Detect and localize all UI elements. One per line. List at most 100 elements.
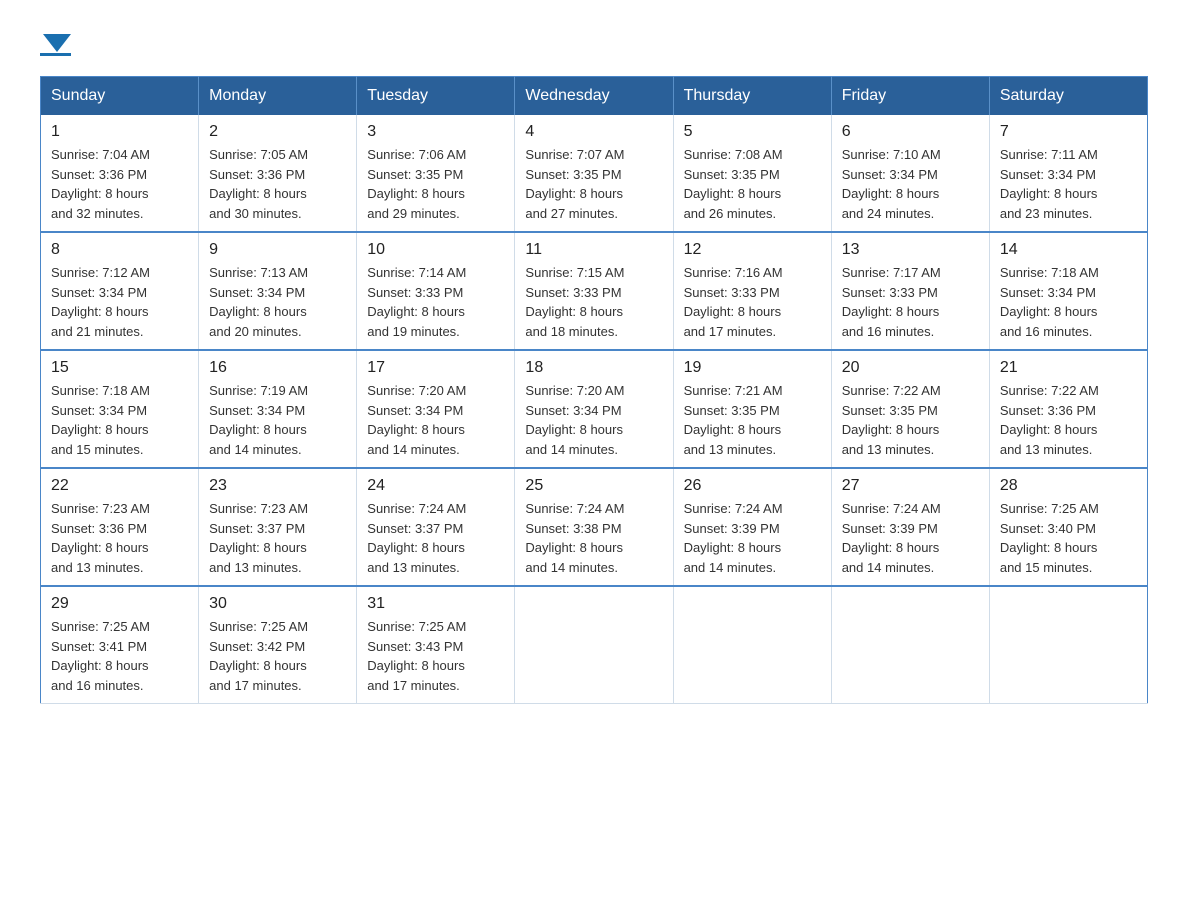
day-number: 27: [842, 477, 979, 495]
calendar-day-cell: 20 Sunrise: 7:22 AMSunset: 3:35 PMDaylig…: [831, 350, 989, 468]
calendar-week-row: 22 Sunrise: 7:23 AMSunset: 3:36 PMDaylig…: [41, 468, 1148, 586]
day-info: Sunrise: 7:07 AMSunset: 3:35 PMDaylight:…: [525, 145, 662, 223]
day-info: Sunrise: 7:12 AMSunset: 3:34 PMDaylight:…: [51, 263, 188, 341]
day-info: Sunrise: 7:16 AMSunset: 3:33 PMDaylight:…: [684, 263, 821, 341]
weekday-header-row: SundayMondayTuesdayWednesdayThursdayFrid…: [41, 77, 1148, 116]
day-number: 14: [1000, 241, 1137, 259]
calendar-day-cell: [831, 586, 989, 704]
calendar-day-cell: 13 Sunrise: 7:17 AMSunset: 3:33 PMDaylig…: [831, 232, 989, 350]
day-number: 7: [1000, 123, 1137, 141]
calendar-day-cell: 11 Sunrise: 7:15 AMSunset: 3:33 PMDaylig…: [515, 232, 673, 350]
day-number: 9: [209, 241, 346, 259]
calendar-day-cell: 18 Sunrise: 7:20 AMSunset: 3:34 PMDaylig…: [515, 350, 673, 468]
calendar-week-row: 8 Sunrise: 7:12 AMSunset: 3:34 PMDayligh…: [41, 232, 1148, 350]
day-info: Sunrise: 7:17 AMSunset: 3:33 PMDaylight:…: [842, 263, 979, 341]
day-info: Sunrise: 7:13 AMSunset: 3:34 PMDaylight:…: [209, 263, 346, 341]
day-info: Sunrise: 7:06 AMSunset: 3:35 PMDaylight:…: [367, 145, 504, 223]
day-info: Sunrise: 7:25 AMSunset: 3:42 PMDaylight:…: [209, 617, 346, 695]
day-info: Sunrise: 7:23 AMSunset: 3:36 PMDaylight:…: [51, 499, 188, 577]
calendar-day-cell: 7 Sunrise: 7:11 AMSunset: 3:34 PMDayligh…: [989, 115, 1147, 232]
day-number: 29: [51, 595, 188, 613]
day-number: 12: [684, 241, 821, 259]
day-number: 15: [51, 359, 188, 377]
day-number: 26: [684, 477, 821, 495]
day-number: 2: [209, 123, 346, 141]
calendar-day-cell: 1 Sunrise: 7:04 AMSunset: 3:36 PMDayligh…: [41, 115, 199, 232]
day-number: 8: [51, 241, 188, 259]
calendar-day-cell: 28 Sunrise: 7:25 AMSunset: 3:40 PMDaylig…: [989, 468, 1147, 586]
logo-arrow-icon: [43, 34, 71, 52]
day-number: 21: [1000, 359, 1137, 377]
day-number: 16: [209, 359, 346, 377]
day-info: Sunrise: 7:15 AMSunset: 3:33 PMDaylight:…: [525, 263, 662, 341]
calendar-day-cell: 21 Sunrise: 7:22 AMSunset: 3:36 PMDaylig…: [989, 350, 1147, 468]
calendar-day-cell: [515, 586, 673, 704]
calendar-day-cell: 25 Sunrise: 7:24 AMSunset: 3:38 PMDaylig…: [515, 468, 673, 586]
calendar-day-cell: 30 Sunrise: 7:25 AMSunset: 3:42 PMDaylig…: [199, 586, 357, 704]
day-info: Sunrise: 7:05 AMSunset: 3:36 PMDaylight:…: [209, 145, 346, 223]
weekday-header-thursday: Thursday: [673, 77, 831, 116]
day-number: 4: [525, 123, 662, 141]
calendar-day-cell: 22 Sunrise: 7:23 AMSunset: 3:36 PMDaylig…: [41, 468, 199, 586]
day-number: 20: [842, 359, 979, 377]
day-number: 10: [367, 241, 504, 259]
day-info: Sunrise: 7:25 AMSunset: 3:40 PMDaylight:…: [1000, 499, 1137, 577]
day-number: 31: [367, 595, 504, 613]
calendar-day-cell: 6 Sunrise: 7:10 AMSunset: 3:34 PMDayligh…: [831, 115, 989, 232]
calendar-day-cell: 5 Sunrise: 7:08 AMSunset: 3:35 PMDayligh…: [673, 115, 831, 232]
day-number: 17: [367, 359, 504, 377]
day-info: Sunrise: 7:23 AMSunset: 3:37 PMDaylight:…: [209, 499, 346, 577]
day-number: 25: [525, 477, 662, 495]
day-number: 23: [209, 477, 346, 495]
calendar-day-cell: 10 Sunrise: 7:14 AMSunset: 3:33 PMDaylig…: [357, 232, 515, 350]
calendar-day-cell: 12 Sunrise: 7:16 AMSunset: 3:33 PMDaylig…: [673, 232, 831, 350]
day-number: 5: [684, 123, 821, 141]
day-info: Sunrise: 7:18 AMSunset: 3:34 PMDaylight:…: [1000, 263, 1137, 341]
day-info: Sunrise: 7:24 AMSunset: 3:39 PMDaylight:…: [842, 499, 979, 577]
day-number: 13: [842, 241, 979, 259]
day-number: 24: [367, 477, 504, 495]
weekday-header-wednesday: Wednesday: [515, 77, 673, 116]
day-info: Sunrise: 7:11 AMSunset: 3:34 PMDaylight:…: [1000, 145, 1137, 223]
weekday-header-saturday: Saturday: [989, 77, 1147, 116]
calendar-day-cell: 24 Sunrise: 7:24 AMSunset: 3:37 PMDaylig…: [357, 468, 515, 586]
day-info: Sunrise: 7:04 AMSunset: 3:36 PMDaylight:…: [51, 145, 188, 223]
day-info: Sunrise: 7:25 AMSunset: 3:41 PMDaylight:…: [51, 617, 188, 695]
calendar-table: SundayMondayTuesdayWednesdayThursdayFrid…: [40, 76, 1148, 704]
calendar-day-cell: 9 Sunrise: 7:13 AMSunset: 3:34 PMDayligh…: [199, 232, 357, 350]
calendar-day-cell: [989, 586, 1147, 704]
day-number: 30: [209, 595, 346, 613]
weekday-header-friday: Friday: [831, 77, 989, 116]
day-info: Sunrise: 7:24 AMSunset: 3:37 PMDaylight:…: [367, 499, 504, 577]
calendar-day-cell: 17 Sunrise: 7:20 AMSunset: 3:34 PMDaylig…: [357, 350, 515, 468]
calendar-day-cell: 16 Sunrise: 7:19 AMSunset: 3:34 PMDaylig…: [199, 350, 357, 468]
day-info: Sunrise: 7:14 AMSunset: 3:33 PMDaylight:…: [367, 263, 504, 341]
day-info: Sunrise: 7:20 AMSunset: 3:34 PMDaylight:…: [525, 381, 662, 459]
day-number: 18: [525, 359, 662, 377]
day-number: 11: [525, 241, 662, 259]
weekday-header-monday: Monday: [199, 77, 357, 116]
day-number: 6: [842, 123, 979, 141]
day-info: Sunrise: 7:24 AMSunset: 3:39 PMDaylight:…: [684, 499, 821, 577]
day-info: Sunrise: 7:18 AMSunset: 3:34 PMDaylight:…: [51, 381, 188, 459]
day-number: 19: [684, 359, 821, 377]
calendar-day-cell: 3 Sunrise: 7:06 AMSunset: 3:35 PMDayligh…: [357, 115, 515, 232]
calendar-week-row: 15 Sunrise: 7:18 AMSunset: 3:34 PMDaylig…: [41, 350, 1148, 468]
calendar-day-cell: 26 Sunrise: 7:24 AMSunset: 3:39 PMDaylig…: [673, 468, 831, 586]
calendar-day-cell: 19 Sunrise: 7:21 AMSunset: 3:35 PMDaylig…: [673, 350, 831, 468]
calendar-week-row: 29 Sunrise: 7:25 AMSunset: 3:41 PMDaylig…: [41, 586, 1148, 704]
day-info: Sunrise: 7:10 AMSunset: 3:34 PMDaylight:…: [842, 145, 979, 223]
day-number: 28: [1000, 477, 1137, 495]
day-number: 1: [51, 123, 188, 141]
day-info: Sunrise: 7:20 AMSunset: 3:34 PMDaylight:…: [367, 381, 504, 459]
day-info: Sunrise: 7:24 AMSunset: 3:38 PMDaylight:…: [525, 499, 662, 577]
calendar-day-cell: 4 Sunrise: 7:07 AMSunset: 3:35 PMDayligh…: [515, 115, 673, 232]
calendar-day-cell: 27 Sunrise: 7:24 AMSunset: 3:39 PMDaylig…: [831, 468, 989, 586]
logo-underline: [40, 53, 71, 56]
day-info: Sunrise: 7:21 AMSunset: 3:35 PMDaylight:…: [684, 381, 821, 459]
calendar-day-cell: 23 Sunrise: 7:23 AMSunset: 3:37 PMDaylig…: [199, 468, 357, 586]
page-header: [40, 30, 1148, 56]
calendar-day-cell: 29 Sunrise: 7:25 AMSunset: 3:41 PMDaylig…: [41, 586, 199, 704]
day-info: Sunrise: 7:22 AMSunset: 3:35 PMDaylight:…: [842, 381, 979, 459]
calendar-week-row: 1 Sunrise: 7:04 AMSunset: 3:36 PMDayligh…: [41, 115, 1148, 232]
